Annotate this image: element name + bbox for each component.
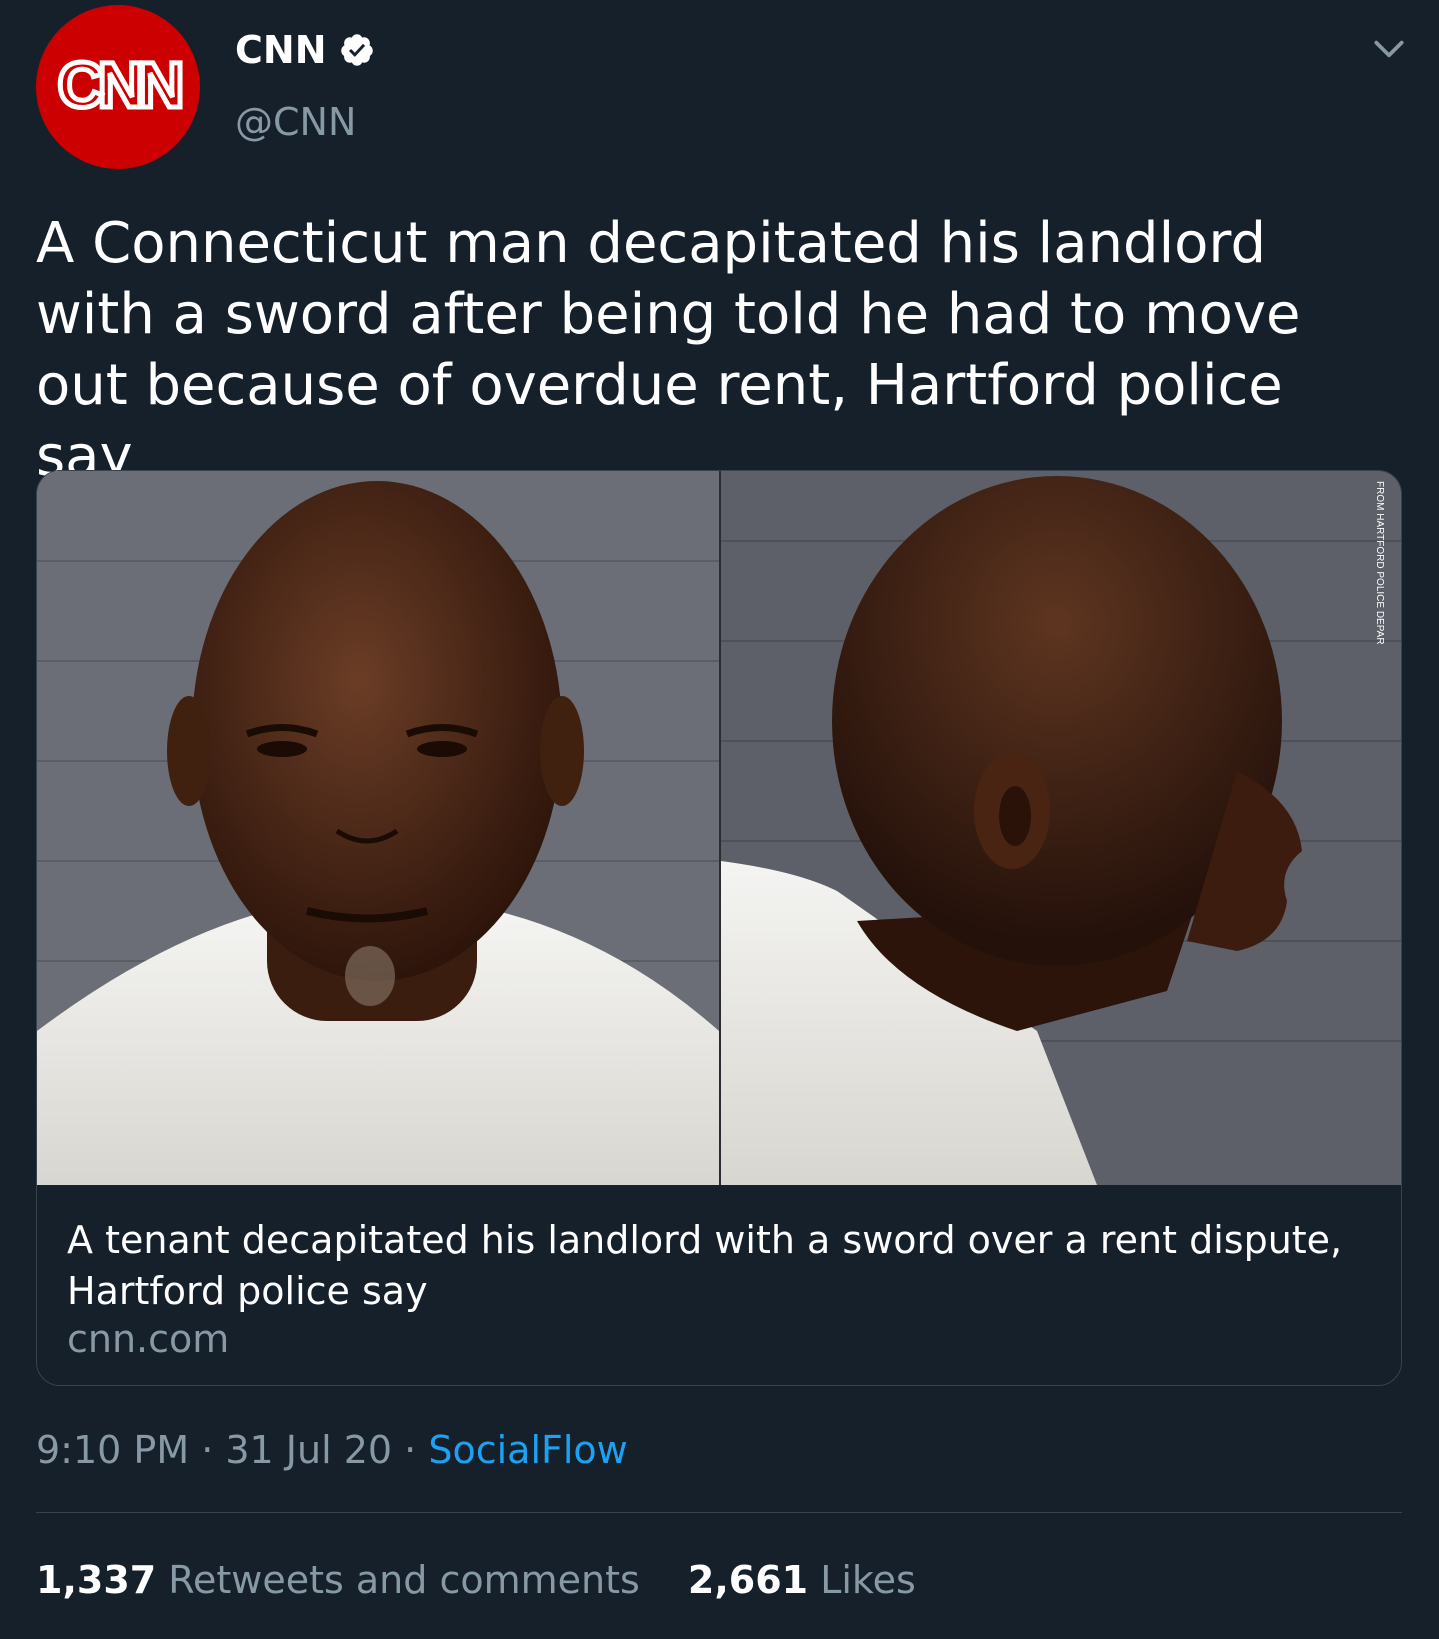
retweets-stat[interactable]: 1,337 Retweets and comments [36, 1558, 652, 1602]
tweet-time[interactable]: 9:10 PM [36, 1428, 189, 1472]
handle[interactable]: @CNN [235, 100, 356, 144]
name-row: CNN [235, 28, 375, 72]
meta-separator: · [392, 1428, 429, 1472]
display-name[interactable]: CNN [235, 28, 327, 72]
source-link[interactable]: SocialFlow [428, 1428, 627, 1472]
avatar[interactable]: CNN [36, 5, 200, 169]
likes-count: 2,661 [687, 1558, 809, 1602]
tweet-meta: 9:10 PM · 31 Jul 20 · SocialFlow [36, 1428, 628, 1472]
verified-badge-icon [340, 34, 373, 66]
chevron-down-icon[interactable] [1370, 30, 1408, 68]
likes-label: Likes [820, 1558, 916, 1602]
retweets-count: 1,337 [36, 1558, 157, 1602]
image-credit: FROM HARTFORD POLICE DEPAR [1374, 481, 1385, 645]
divider [36, 1512, 1402, 1513]
retweets-label: Retweets and comments [168, 1558, 640, 1602]
likes-stat[interactable]: 2,661 Likes [688, 1558, 916, 1602]
link-card[interactable]: FROM HARTFORD POLICE DEPAR A tenant deca… [36, 470, 1402, 1386]
tweet-date[interactable]: 31 Jul 20 [225, 1428, 392, 1472]
meta-separator: · [189, 1428, 226, 1472]
mugshot-photo: FROM HARTFORD POLICE DEPAR [37, 471, 1401, 1185]
card-domain: cnn.com [67, 1317, 230, 1361]
cnn-logo-text: CNN [58, 49, 180, 121]
mugshot-image: FROM HARTFORD POLICE DEPAR [37, 471, 1401, 1185]
card-title: A tenant decapitated his landlord with a… [67, 1218, 1343, 1313]
cnn-logo: CNN [55, 47, 188, 124]
tweet-text: A Connecticut man decapitated his landlo… [36, 211, 1301, 489]
card-body: A tenant decapitated his landlord with a… [37, 1185, 1401, 1385]
tweet-stats: 1,337 Retweets and comments 2,661 Likes [36, 1558, 952, 1602]
